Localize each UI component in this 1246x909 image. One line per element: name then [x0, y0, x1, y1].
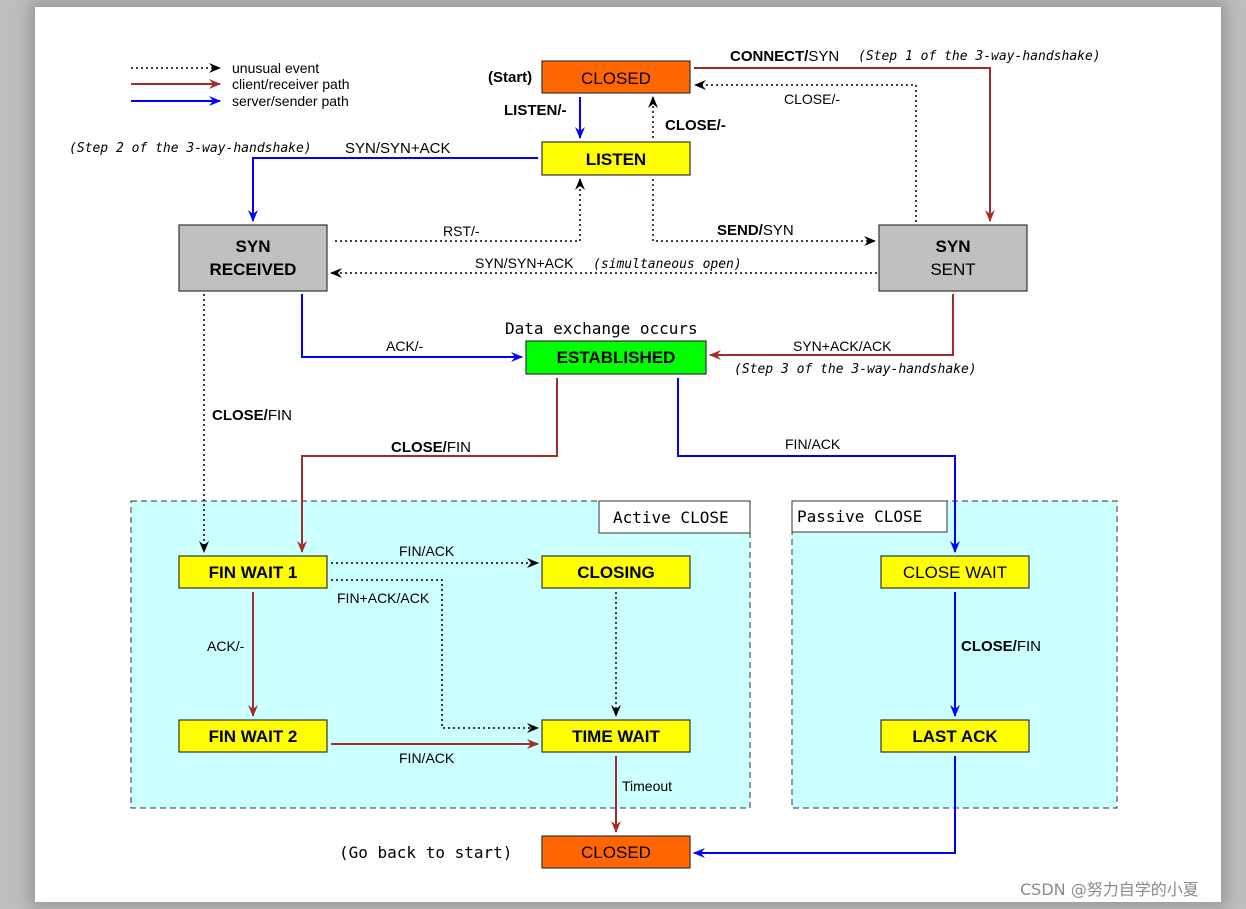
label-finack-ack: FIN+ACK/ACK [337, 590, 430, 606]
label-send: SEND/SYN [717, 222, 794, 239]
label-ack-fw1: ACK/- [207, 638, 245, 654]
state-time-wait-label: TIME WAIT [572, 727, 660, 746]
arrow-syn-synack [248, 157, 538, 222]
label-close-listen: CLOSE/- [665, 117, 726, 134]
arrow-connect [694, 67, 995, 222]
legend: unusual event client/receiver path serve… [131, 60, 350, 109]
legend-client-text: client/receiver path [232, 76, 350, 92]
label-synack-ack: SYN+ACK/ACK [793, 338, 892, 354]
state-last-ack-label: LAST ACK [912, 727, 998, 746]
state-close-wait-label: CLOSE WAIT [903, 563, 1007, 582]
legend-unusual-text: unusual event [232, 60, 319, 76]
legend-server-text: server/sender path [232, 93, 349, 109]
go-back-note: (Go back to start) [339, 843, 512, 862]
label-close-fin-est: CLOSE/FIN [391, 439, 471, 456]
label-listen: LISTEN/- [504, 102, 567, 119]
label-close-fin-cw: CLOSE/FIN [961, 638, 1041, 655]
state-syn-sent-label-1: SYN [936, 237, 971, 256]
state-fin-wait-1-label: FIN WAIT 1 [209, 563, 298, 582]
state-established-label: ESTABLISHED [557, 348, 676, 367]
active-close-label: Active CLOSE [613, 508, 729, 527]
state-listen-label: LISTEN [586, 150, 646, 169]
label-close-fin-synrcvd: CLOSE/FIN [212, 407, 292, 424]
step3-note: (Step 3 of the 3-way-handshake) [734, 362, 977, 377]
data-exchange-note: Data exchange occurs [505, 319, 698, 338]
state-syn-sent [878, 224, 1028, 292]
state-syn-sent-label-2: SENT [930, 260, 975, 279]
state-closed-top-label: CLOSED [581, 69, 651, 88]
label-timeout: Timeout [622, 778, 672, 794]
state-syn-received-label-2: RECEIVED [210, 260, 297, 279]
label-fin-ack-fw1: FIN/ACK [399, 543, 455, 559]
start-note: (Start) [488, 69, 532, 86]
watermark: CSDN @努力自学的小夏 [1020, 880, 1199, 899]
step2-note: (Step 2 of the 3-way-handshake) [69, 141, 312, 156]
passive-close-label: Passive CLOSE [797, 507, 922, 526]
simultaneous-note: (simultaneous open) [593, 257, 742, 272]
state-closed-bottom-label: CLOSED [581, 843, 651, 862]
step1-note: (Step 1 of the 3-way-handshake) [858, 49, 1101, 64]
label-syn-synack-sim: SYN/SYN+ACK [475, 255, 574, 271]
label-syn-synack: SYN/SYN+ACK [345, 140, 450, 157]
label-fin-ack-est: FIN/ACK [785, 436, 841, 452]
state-closing-label: CLOSING [577, 563, 654, 582]
label-close-synsent: CLOSE/- [784, 91, 840, 107]
state-syn-received-label-1: SYN [236, 237, 271, 256]
label-rst: RST/- [443, 223, 480, 239]
label-connect: CONNECT/SYN [730, 48, 839, 65]
label-fin-ack-fw2: FIN/ACK [399, 750, 455, 766]
label-ack: ACK/- [386, 338, 424, 354]
state-fin-wait-2-label: FIN WAIT 2 [209, 727, 298, 746]
state-syn-received [178, 224, 328, 292]
tcp-state-diagram: Active CLOSE Passive CLOSE unusual event… [69, 48, 1199, 899]
